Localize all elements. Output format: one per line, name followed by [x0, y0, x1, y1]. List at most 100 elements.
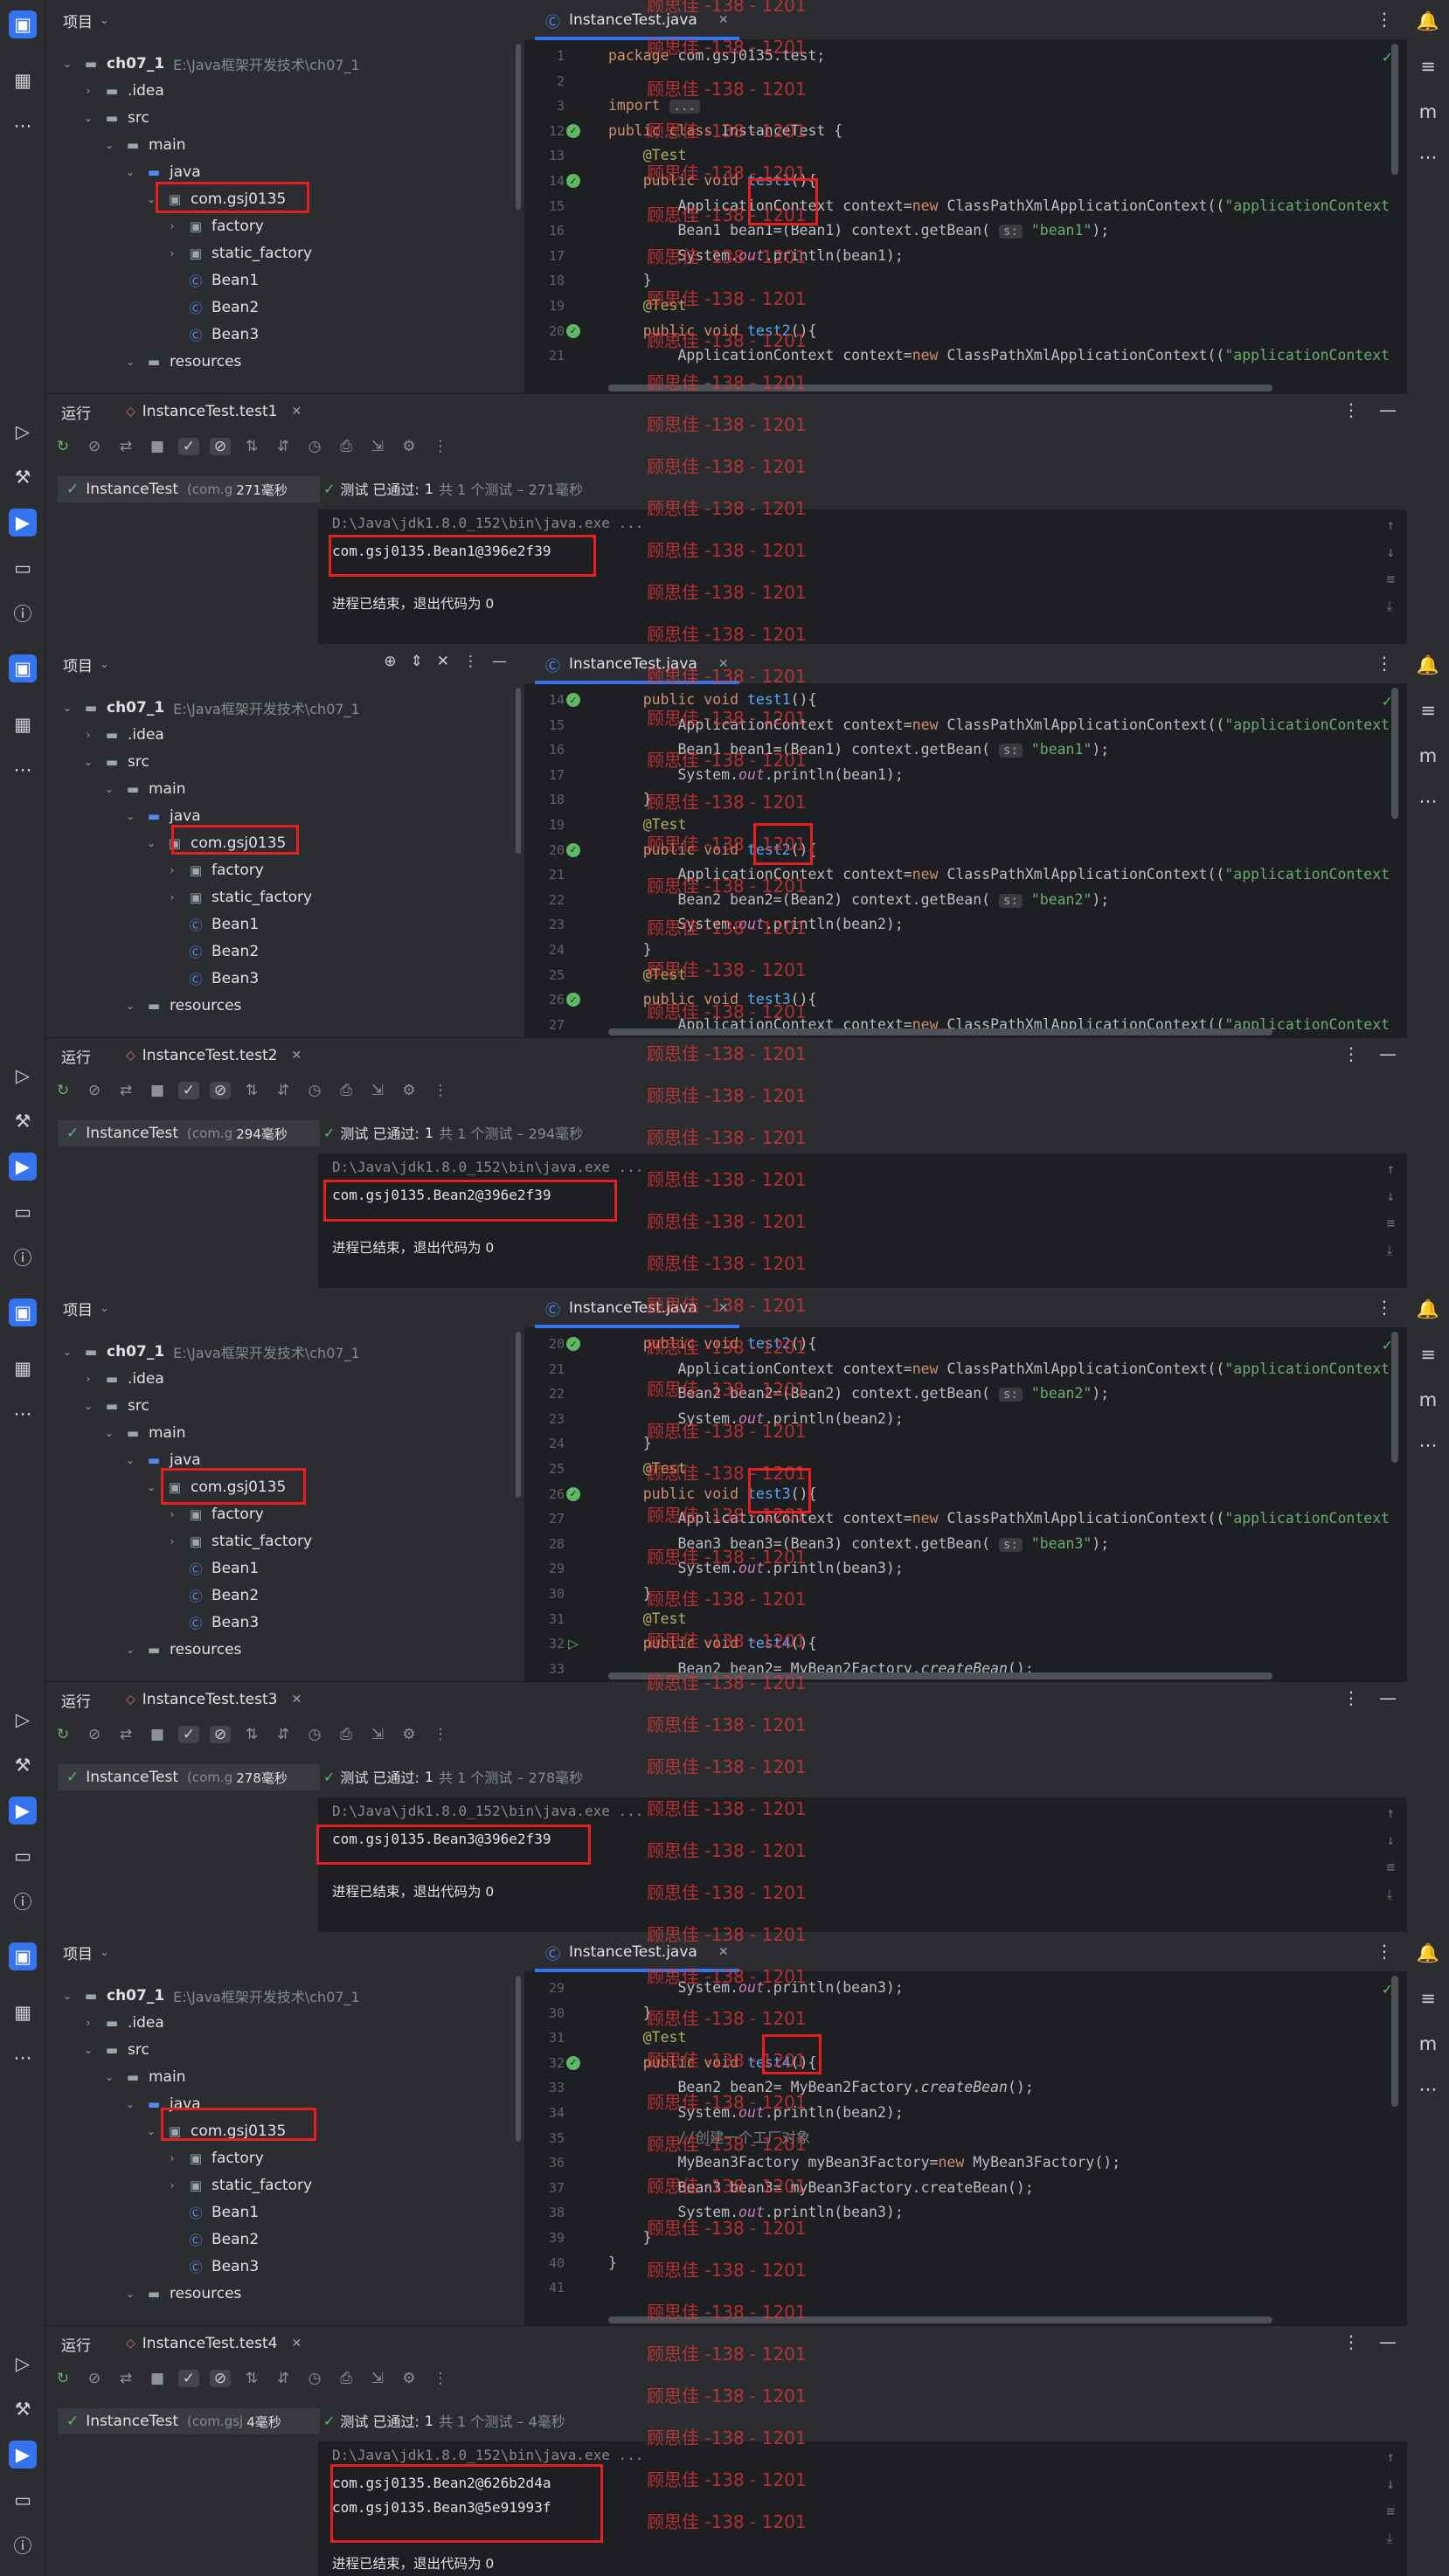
- more-icon[interactable]: ⋯: [9, 1400, 37, 1428]
- run-tab[interactable]: ◇ InstanceTest.test4 ✕: [126, 2335, 302, 2352]
- tree-item[interactable]: ⌄ ▬ resources: [122, 349, 241, 375]
- project-scrollbar[interactable]: [516, 44, 521, 210]
- minimize-icon[interactable]: —: [492, 653, 507, 670]
- rerun-failed-icon[interactable]: ⊘: [84, 2370, 105, 2387]
- locate-icon[interactable]: ⊕: [384, 653, 396, 670]
- run-tab[interactable]: ◇ InstanceTest.test3 ✕: [126, 1691, 302, 1708]
- test-passed-icon[interactable]: ✓: [566, 174, 580, 188]
- settings-icon[interactable]: ⚙: [399, 1082, 419, 1099]
- console-output[interactable]: D:\Java\jdk1.8.0_152\bin\java.exe ... com…: [318, 2441, 1407, 2576]
- more-icon[interactable]: ⋮: [1342, 399, 1360, 420]
- toggle-autotest-icon[interactable]: ⇄: [115, 1082, 136, 1099]
- chevron-right-icon[interactable]: ›: [164, 220, 180, 232]
- maven-icon[interactable]: m: [1414, 742, 1442, 770]
- code-line[interactable]: public void test2(){: [608, 838, 817, 862]
- editor-tab[interactable]: Ⓒ InstanceTest.java ✕: [535, 644, 739, 684]
- tree-item[interactable]: ⌄ ▬ main: [101, 1420, 186, 1446]
- code-line[interactable]: @Test: [608, 1607, 687, 1631]
- code-line[interactable]: Bean3 bean3= myBean3Factory.createBean()…: [608, 2176, 1033, 2200]
- more-icon[interactable]: ⋯: [1414, 143, 1442, 171]
- code-line[interactable]: System.out.println(bean3);: [608, 2200, 903, 2225]
- tree-item[interactable]: › ▣ factory: [164, 213, 264, 239]
- more-icon[interactable]: ⋮: [1342, 2331, 1360, 2352]
- problems-icon[interactable]: ⓘ: [9, 599, 37, 627]
- test-tree-item[interactable]: ✓ InstanceTest (com.g 278毫秒: [58, 1764, 320, 1790]
- close-icon[interactable]: ✕: [291, 405, 302, 419]
- chevron-right-icon[interactable]: ›: [164, 247, 180, 260]
- chevron-down-icon[interactable]: ⌄: [101, 2071, 117, 2083]
- code-line[interactable]: Bean3 bean3=(Bean3) context.getBean( s: …: [608, 1532, 1109, 1556]
- settings-icon[interactable]: ⚙: [399, 2370, 419, 2387]
- chevron-right-icon[interactable]: ›: [164, 891, 180, 904]
- chevron-down-icon[interactable]: ⌄: [122, 810, 138, 822]
- editor-scrollbar[interactable]: [1391, 44, 1398, 175]
- chevron-right-icon[interactable]: ›: [80, 85, 96, 97]
- expand-icon[interactable]: ⇕: [411, 653, 423, 670]
- editor-scrollbar[interactable]: [1391, 1976, 1398, 2107]
- import-icon[interactable]: ⇲: [367, 1726, 388, 1743]
- tree-item[interactable]: ⌄ ▣ com.gsj0135: [143, 1474, 286, 1500]
- code-line[interactable]: }: [608, 1431, 652, 1456]
- code-line[interactable]: MyBean3Factory myBean3Factory=new MyBean…: [608, 2150, 1120, 2175]
- close-icon[interactable]: ✕: [718, 1945, 729, 1959]
- editor-tab[interactable]: Ⓒ InstanceTest.java ✕: [535, 1932, 739, 1972]
- tree-item[interactable]: ⌄ ▬ ch07_1 E:\Java框架开发技术\ch07_1: [59, 51, 360, 77]
- code-line[interactable]: package com.gsj0135.test;: [608, 44, 825, 68]
- toggle-autotest-icon[interactable]: ⇄: [115, 2370, 136, 2387]
- test-passed-icon[interactable]: ✓: [566, 693, 580, 707]
- tree-item[interactable]: ⌄ ▬ java: [122, 2091, 201, 2117]
- test-tree-item[interactable]: ✓ InstanceTest (com.g 294毫秒: [58, 1120, 320, 1146]
- tree-item[interactable]: › ▣ factory: [164, 857, 264, 883]
- chevron-down-icon[interactable]: ⌄: [122, 1644, 138, 1656]
- sort-duration-icon[interactable]: ⇵: [273, 1082, 294, 1099]
- tree-item[interactable]: › ▣ static_factory: [164, 1528, 312, 1555]
- tree-item[interactable]: ⌄ ▬ java: [122, 803, 201, 829]
- test-tree-item[interactable]: ✓ InstanceTest (com.gsj 4毫秒: [58, 2408, 320, 2434]
- tree-item[interactable]: ⌄ ▬ ch07_1 E:\Java框架开发技术\ch07_1: [59, 695, 360, 721]
- more-icon[interactable]: ⋮: [430, 2370, 451, 2387]
- code-line[interactable]: public void test4(){: [608, 2051, 817, 2075]
- services-icon[interactable]: ▷: [9, 1062, 37, 1090]
- stop-icon[interactable]: ■: [147, 1082, 168, 1099]
- import-icon[interactable]: ⇲: [367, 1082, 388, 1099]
- services-icon[interactable]: ▷: [9, 418, 37, 446]
- code-line[interactable]: import ...: [608, 93, 700, 118]
- more-icon[interactable]: ⋯: [9, 2044, 37, 2072]
- stop-icon[interactable]: ■: [147, 1726, 168, 1743]
- import-icon[interactable]: ⇲: [367, 438, 388, 455]
- test-passed-icon[interactable]: ✓: [566, 1486, 580, 1501]
- sort-icon[interactable]: ⇅: [241, 2370, 262, 2387]
- scroll-up-icon[interactable]: ↑: [1386, 1160, 1395, 1177]
- settings-icon[interactable]: ⚙: [399, 1726, 419, 1743]
- tree-item[interactable]: Ⓒ Bean2: [164, 1582, 259, 1609]
- scroll-down-icon[interactable]: ↓: [1386, 1832, 1395, 1848]
- soft-wrap-icon[interactable]: ≡: [1386, 2503, 1395, 2519]
- folder-icon[interactable]: ▣: [9, 1298, 37, 1326]
- rerun-icon[interactable]: ↻: [52, 1726, 73, 1743]
- tree-item[interactable]: ⌄ ▬ src: [80, 1393, 149, 1419]
- terminal-icon[interactable]: ▭: [9, 2486, 37, 2514]
- sort-duration-icon[interactable]: ⇵: [273, 1726, 294, 1743]
- code-line[interactable]: @Test: [608, 294, 687, 318]
- maven-icon[interactable]: m: [1414, 2030, 1442, 2058]
- build-icon[interactable]: ⚒: [9, 1751, 37, 1779]
- code-line[interactable]: ApplicationContext context=new ClassPath…: [608, 194, 1390, 218]
- more-icon[interactable]: ⋮: [1376, 9, 1393, 30]
- chevron-down-icon[interactable]: ⌄: [143, 1481, 159, 1493]
- code-line[interactable]: public void test2(){: [608, 319, 817, 343]
- code-line[interactable]: public void test1(){: [608, 688, 817, 712]
- code-line[interactable]: System.out.println(bean2);: [608, 2101, 903, 2125]
- tree-item[interactable]: ⌄ ▬ ch07_1 E:\Java框架开发技术\ch07_1: [59, 1983, 360, 2009]
- code-line[interactable]: }: [608, 938, 652, 962]
- tree-item[interactable]: Ⓒ Bean3: [164, 966, 259, 992]
- code-line[interactable]: ApplicationContext context=new ClassPath…: [608, 1506, 1390, 1531]
- run-icon[interactable]: ▶: [9, 1797, 37, 1825]
- chevron-right-icon[interactable]: ›: [164, 1535, 180, 1548]
- tree-item[interactable]: ⌄ ▬ resources: [122, 1637, 241, 1663]
- sort-duration-icon[interactable]: ⇵: [273, 438, 294, 455]
- show-passed-icon[interactable]: ✓: [178, 1726, 199, 1743]
- run-tab[interactable]: ◇ InstanceTest.test2 ✕: [126, 1047, 302, 1064]
- more-icon[interactable]: ⋮: [1376, 1941, 1393, 1962]
- chevron-right-icon[interactable]: ›: [164, 864, 180, 876]
- chevron-down-icon[interactable]: ⌄: [59, 702, 75, 714]
